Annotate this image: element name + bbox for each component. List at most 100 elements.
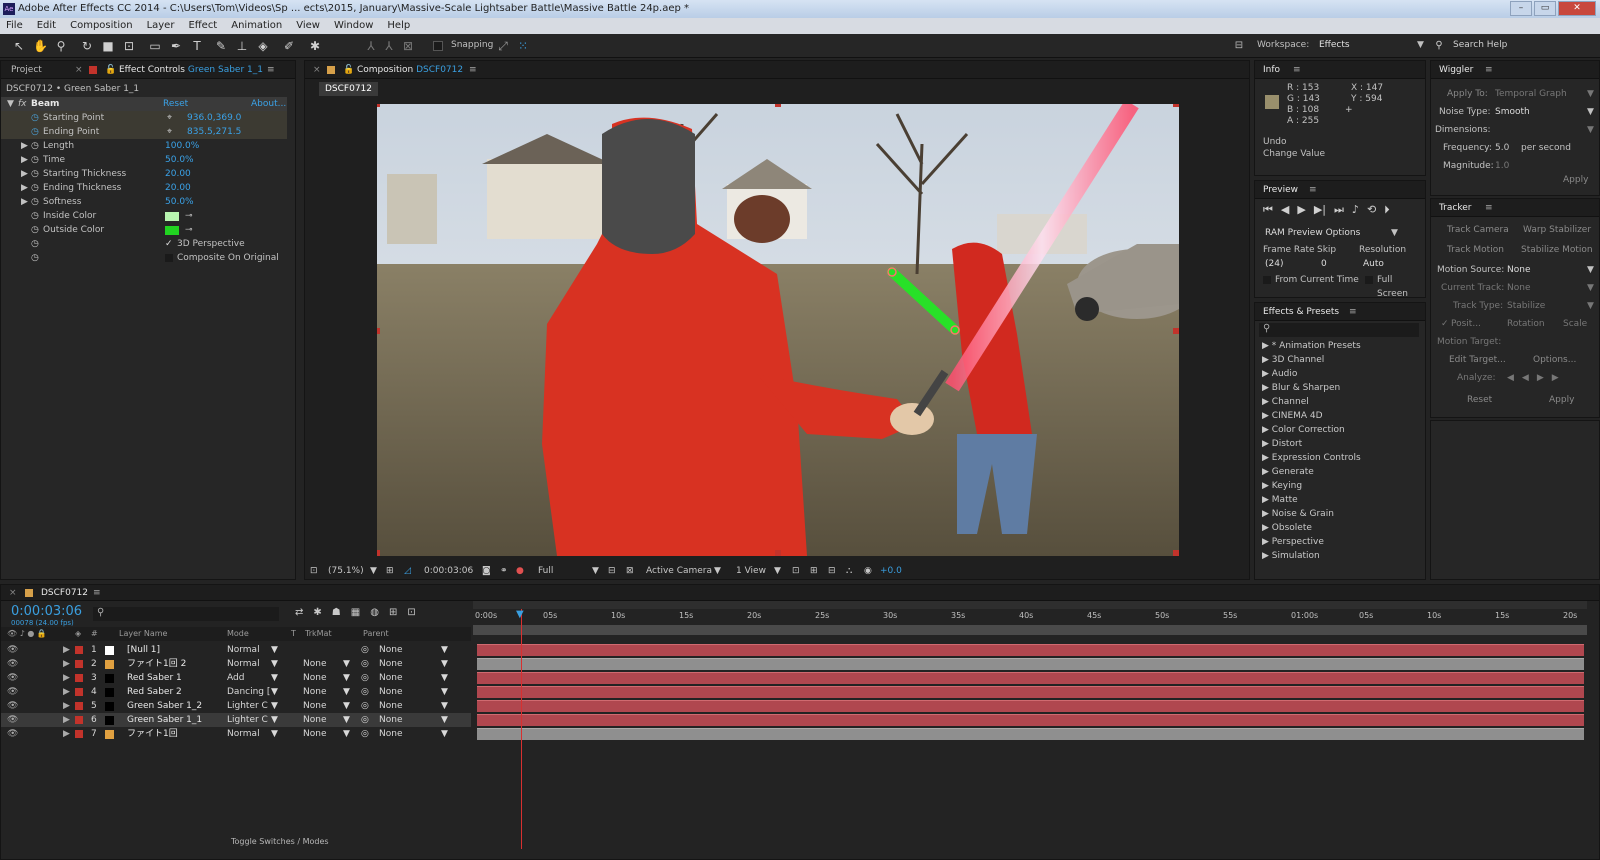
- brainstorm-icon[interactable]: ⊡: [407, 607, 415, 618]
- mode-select[interactable]: Dancing [: [227, 685, 270, 699]
- stopwatch-icon[interactable]: ◷: [31, 195, 39, 209]
- last-frame-icon[interactable]: ⏭: [1334, 203, 1344, 217]
- panel-menu-icon[interactable]: ≡: [267, 61, 275, 79]
- parent-select[interactable]: None: [379, 727, 402, 741]
- expand-arrow-icon[interactable]: ▶: [1262, 467, 1272, 477]
- expand-arrow-icon[interactable]: ▶: [63, 713, 70, 727]
- search-help-input[interactable]: Search Help: [1453, 40, 1507, 50]
- dropdown-arrow-icon[interactable]: ▼: [1587, 299, 1594, 313]
- expand-arrow-icon[interactable]: ▶: [63, 671, 70, 685]
- prop-outside-color[interactable]: ◷ Outside Color ⊸: [1, 223, 287, 237]
- trkmat-select[interactable]: None: [303, 685, 326, 699]
- expand-arrow-icon[interactable]: ▶: [21, 167, 28, 181]
- current-track-select[interactable]: None: [1507, 281, 1530, 295]
- panel-menu-icon[interactable]: ≡: [1485, 61, 1493, 79]
- panel-menu-icon[interactable]: ≡: [1349, 303, 1357, 321]
- lock-icon[interactable]: 🔓: [105, 61, 116, 79]
- outside-color-swatch[interactable]: [165, 226, 179, 235]
- dropdown-arrow-icon[interactable]: ▼: [441, 643, 448, 657]
- menu-layer[interactable]: Layer: [147, 18, 175, 34]
- expand-arrow-icon[interactable]: ▶: [21, 181, 28, 195]
- expand-arrow-icon[interactable]: ▶: [63, 643, 70, 657]
- wiggler-apply-button[interactable]: Apply: [1563, 175, 1588, 185]
- tracker-reset-button[interactable]: Reset: [1467, 395, 1492, 405]
- layer-row[interactable]: 👁 ▶ 3 Red Saber 1 Add ▼ None ▼ ◎ None ▼: [1, 671, 471, 685]
- brush-tool-icon[interactable]: ✎: [214, 39, 228, 53]
- fast-previews-icon[interactable]: ⊟: [608, 563, 616, 579]
- minimize-button[interactable]: –: [1510, 1, 1532, 16]
- tab-effect-controls[interactable]: Effect Controls Green Saber 1_1: [119, 61, 263, 79]
- mode-select[interactable]: Normal: [227, 657, 260, 671]
- dropdown-arrow-icon[interactable]: ▼: [1587, 281, 1594, 295]
- prop-value[interactable]: 50.0%: [165, 153, 194, 167]
- label-color-swatch[interactable]: [75, 674, 83, 682]
- always-preview-icon[interactable]: ⊡: [310, 563, 318, 579]
- transform-handle[interactable]: [1173, 550, 1179, 556]
- menu-window[interactable]: Window: [334, 18, 373, 34]
- visibility-eye-icon[interactable]: 👁: [7, 727, 18, 741]
- comp-flowchart-icon[interactable]: ⊟: [828, 563, 836, 579]
- mode-select[interactable]: Add: [227, 671, 244, 685]
- workspace-icon[interactable]: ⊟: [1232, 39, 1246, 53]
- layer-name[interactable]: Red Saber 1: [127, 671, 182, 685]
- effects-category-item[interactable]: ▶ Expression Controls: [1262, 453, 1361, 463]
- visibility-eye-icon[interactable]: 👁: [7, 643, 18, 657]
- transform-handle[interactable]: [1173, 328, 1179, 334]
- roto-brush-tool-icon[interactable]: ✐: [282, 39, 296, 53]
- prop-ending-thickness[interactable]: ▶ ◷ Ending Thickness 20.00: [1, 181, 287, 195]
- parent-select[interactable]: None: [379, 713, 402, 727]
- label-color-swatch[interactable]: [75, 688, 83, 696]
- effects-category-item[interactable]: ▶ Distort: [1262, 439, 1302, 449]
- dropdown-arrow-icon[interactable]: ▼: [370, 563, 377, 579]
- toggle-pixel-aspect-icon[interactable]: ⊡: [792, 563, 800, 579]
- crosshair-icon[interactable]: ⌖: [167, 111, 172, 125]
- current-time-display[interactable]: 0:00:03:06: [424, 563, 473, 579]
- checkbox-unchecked[interactable]: [165, 254, 173, 262]
- effects-category-item[interactable]: ▶ 3D Channel: [1262, 355, 1324, 365]
- mode-select[interactable]: Lighter C: [227, 713, 268, 727]
- timeline-search-input[interactable]: ⚲: [93, 607, 279, 621]
- exposure-value[interactable]: +0.0: [880, 563, 902, 579]
- transform-handle[interactable]: [377, 328, 380, 334]
- effects-category-item[interactable]: ▶ Obsolete: [1262, 523, 1312, 533]
- parent-select[interactable]: None: [379, 657, 402, 671]
- effects-category-item[interactable]: ▶ Keying: [1262, 481, 1302, 491]
- transform-handle[interactable]: [775, 550, 781, 556]
- visibility-eye-icon[interactable]: 👁: [7, 657, 18, 671]
- pickwhip-icon[interactable]: ◎: [361, 685, 369, 699]
- expand-arrow-icon[interactable]: ▶: [1262, 551, 1272, 561]
- motion-source-select[interactable]: None: [1507, 263, 1530, 277]
- close-tab-icon[interactable]: ×: [75, 61, 83, 79]
- dropdown-arrow-icon[interactable]: ▼: [271, 643, 278, 657]
- expand-arrow-icon[interactable]: ▶: [1262, 355, 1272, 365]
- prop-value[interactable]: 936.0,369.0: [187, 111, 241, 125]
- snap-edges-icon[interactable]: ⤢: [496, 39, 510, 53]
- layer-row[interactable]: 👁 ▶ 7 ファイト1回 Normal ▼ None ▼ ◎ None ▼: [1, 727, 471, 741]
- visibility-eye-icon[interactable]: 👁: [7, 699, 18, 713]
- trkmat-select[interactable]: None: [303, 713, 326, 727]
- expand-arrow-icon[interactable]: ▶: [1262, 509, 1272, 519]
- comp-mini-flowchart-icon[interactable]: ⇄: [295, 607, 303, 618]
- graph-editor-icon[interactable]: ⊞: [389, 607, 397, 618]
- pan-behind-tool-icon[interactable]: ⊡: [122, 39, 136, 53]
- stopwatch-icon[interactable]: ◷: [31, 125, 39, 139]
- menu-animation[interactable]: Animation: [231, 18, 282, 34]
- menu-file[interactable]: File: [6, 18, 23, 34]
- camera-tool-icon[interactable]: ■: [101, 39, 115, 53]
- stopwatch-icon[interactable]: ◷: [31, 139, 39, 153]
- dropdown-arrow-icon[interactable]: ▼: [343, 713, 350, 727]
- stopwatch-icon[interactable]: ◷: [31, 111, 39, 125]
- dropdown-arrow-icon[interactable]: ▼: [343, 671, 350, 685]
- parent-select[interactable]: None: [379, 671, 402, 685]
- effects-category-item[interactable]: ▶ Color Correction: [1262, 425, 1345, 435]
- snapping-checkbox[interactable]: [433, 41, 443, 51]
- shy-layers-icon[interactable]: ☗: [332, 607, 341, 618]
- effects-category-item[interactable]: ▶ Simulation: [1262, 551, 1320, 561]
- menu-edit[interactable]: Edit: [37, 18, 56, 34]
- transform-handle[interactable]: [377, 104, 380, 107]
- lock-icon[interactable]: 🔓: [343, 61, 354, 79]
- expand-arrow-icon[interactable]: ▶: [1262, 439, 1272, 449]
- tab-composition[interactable]: Composition DSCF0712: [357, 61, 463, 79]
- trkmat-select[interactable]: None: [303, 671, 326, 685]
- maximize-button[interactable]: ▭: [1534, 1, 1556, 16]
